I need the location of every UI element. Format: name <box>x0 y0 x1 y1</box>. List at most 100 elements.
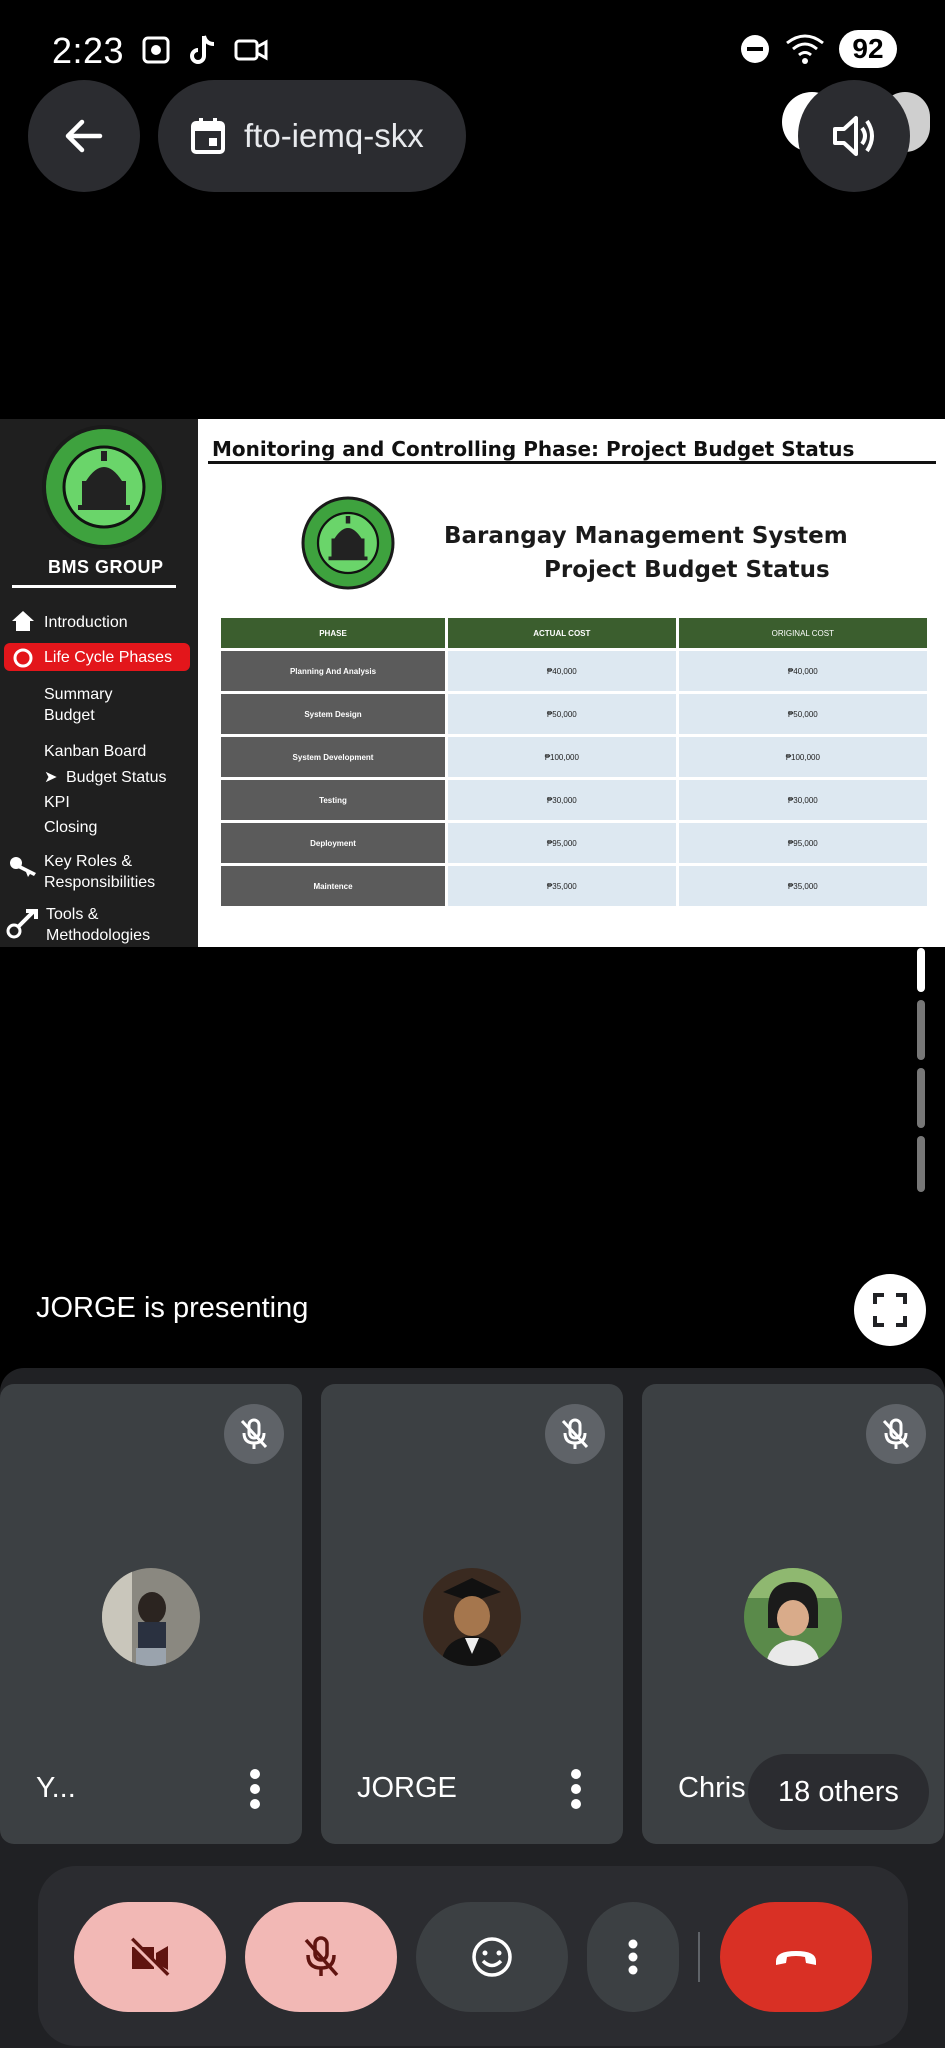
emoji-icon <box>472 1937 512 1977</box>
mic-off-icon <box>545 1404 605 1464</box>
back-button[interactable] <box>28 80 140 192</box>
cell-original: ₱100,000 <box>678 737 927 777</box>
cell-phase: Maintence <box>221 866 445 906</box>
mic-off-icon <box>866 1404 926 1464</box>
more-vert-icon[interactable] <box>248 1768 262 1810</box>
reactions-button[interactable] <box>416 1902 568 2012</box>
leave-call-button[interactable] <box>720 1902 872 2012</box>
participant-tile-1[interactable]: Y... <box>0 1384 302 1844</box>
call-controls-bar <box>38 1866 908 2046</box>
controls-divider <box>698 1932 700 1982</box>
screenshot-icon <box>142 36 170 64</box>
status-bar: 2:23 92 <box>0 0 945 100</box>
tools-icon <box>6 909 38 939</box>
fullscreen-icon <box>873 1293 907 1327</box>
table-row: Testing ₱30,000 ₱30,000 <box>221 780 927 820</box>
cell-original: ₱50,000 <box>678 694 927 734</box>
slide-sidebar: BMS GROUP Introduction Life Cycle Phases… <box>0 419 198 947</box>
home-icon <box>12 611 34 631</box>
meeting-code: fto-iemq-skx <box>244 117 424 154</box>
scroll-indicator <box>917 1136 925 1192</box>
menu-summary: Summary <box>44 686 113 703</box>
cell-phase: System Design <box>221 694 445 734</box>
videocam-off-icon <box>128 1937 170 1977</box>
header-phase: PHASE <box>221 618 445 648</box>
cell-phase: Deployment <box>221 823 445 863</box>
title-rule <box>208 461 936 464</box>
arrow-back-icon <box>65 119 103 153</box>
key-icon <box>10 857 36 877</box>
menu-life-cycle-phases: Life Cycle Phases <box>44 649 173 666</box>
avatar <box>102 1568 200 1666</box>
table-row: System Design ₱50,000 ₱50,000 <box>221 694 927 734</box>
menu-tools: Tools & <box>46 906 99 923</box>
table-row: System Development ₱100,000 ₱100,000 <box>221 737 927 777</box>
bms-logo-small <box>301 496 395 590</box>
menu-budget-status-arrow: ➤ <box>44 769 58 786</box>
avatar <box>423 1568 521 1666</box>
cell-phase: System Development <box>221 737 445 777</box>
scroll-indicator <box>917 1068 925 1128</box>
speaker-icon <box>833 116 874 156</box>
group-name: BMS GROUP <box>48 557 164 577</box>
others-count-chip[interactable]: 18 others <box>748 1754 929 1830</box>
cell-actual: ₱100,000 <box>448 737 676 777</box>
cell-original: ₱40,000 <box>678 651 927 691</box>
cell-actual: ₱40,000 <box>448 651 676 691</box>
menu-kanban-board: Kanban Board <box>44 743 147 760</box>
cell-actual: ₱95,000 <box>448 823 676 863</box>
table-header-row: PHASE ACTUAL COST ORIGINAL COST <box>221 618 927 648</box>
cell-actual: ₱50,000 <box>448 694 676 734</box>
participant-name: Y... <box>36 1772 76 1804</box>
camera-toggle-button[interactable] <box>74 1902 226 2012</box>
menu-responsibilities: Responsibilities <box>44 874 156 891</box>
fullscreen-button[interactable] <box>854 1274 926 1346</box>
table-row: Deployment ₱95,000 ₱95,000 <box>221 823 927 863</box>
notification-icons <box>140 34 268 66</box>
header-original-cost: ORIGINAL COST <box>678 618 927 648</box>
menu-methodologies: Methodologies <box>46 927 151 944</box>
scroll-indicator <box>917 1000 925 1060</box>
video-icon <box>234 39 268 61</box>
more-options-button[interactable] <box>587 1902 679 2012</box>
participant-tile-2[interactable]: JORGE <box>321 1384 623 1844</box>
menu-budget: Budget <box>44 707 95 724</box>
menu-key-roles: Key Roles & <box>44 853 133 870</box>
mic-off-icon <box>224 1404 284 1464</box>
cell-phase: Testing <box>221 780 445 820</box>
mic-toggle-button[interactable] <box>245 1902 397 2012</box>
wifi-icon <box>786 34 824 64</box>
table-row: Planning And Analysis ₱40,000 ₱40,000 <box>221 651 927 691</box>
call-end-icon <box>776 1951 816 1965</box>
table-row: Maintence ₱35,000 ₱35,000 <box>221 866 927 906</box>
cell-actual: ₱30,000 <box>448 780 676 820</box>
calendar-icon <box>191 118 225 154</box>
scroll-indicator-active <box>917 948 925 992</box>
meeting-info-chip[interactable]: fto-iemq-skx <box>158 80 466 192</box>
do-not-disturb-icon <box>741 35 769 63</box>
presentation-slide: BMS GROUP Introduction Life Cycle Phases… <box>0 419 945 947</box>
budget-table: PHASE ACTUAL COST ORIGINAL COST Planning… <box>218 615 930 909</box>
slide-subtitle-1: Barangay Management System <box>444 523 848 549</box>
bms-logo <box>42 425 166 549</box>
cell-original: ₱30,000 <box>678 780 927 820</box>
menu-closing: Closing <box>44 819 98 836</box>
clock: 2:23 <box>52 30 125 71</box>
participant-name: Chris <box>678 1772 746 1804</box>
cell-original: ₱35,000 <box>678 866 927 906</box>
cell-actual: ₱35,000 <box>448 866 676 906</box>
cycle-icon <box>13 648 33 668</box>
more-vert-icon[interactable] <box>569 1768 583 1810</box>
system-icons: 92 <box>739 30 897 68</box>
audio-output-button[interactable] <box>798 80 910 192</box>
battery-level: 92 <box>839 30 897 68</box>
slide-subtitle-2: Project Budget Status <box>544 557 830 583</box>
avatar <box>744 1568 842 1666</box>
mic-off-icon <box>304 1936 339 1977</box>
participant-name: JORGE <box>357 1772 457 1804</box>
slide-title: Monitoring and Controlling Phase: Projec… <box>212 437 855 461</box>
cell-original: ₱95,000 <box>678 823 927 863</box>
menu-budget-status: Budget Status <box>66 769 167 786</box>
tiktok-icon <box>190 35 215 64</box>
slide-content: Monitoring and Controlling Phase: Projec… <box>198 419 945 947</box>
